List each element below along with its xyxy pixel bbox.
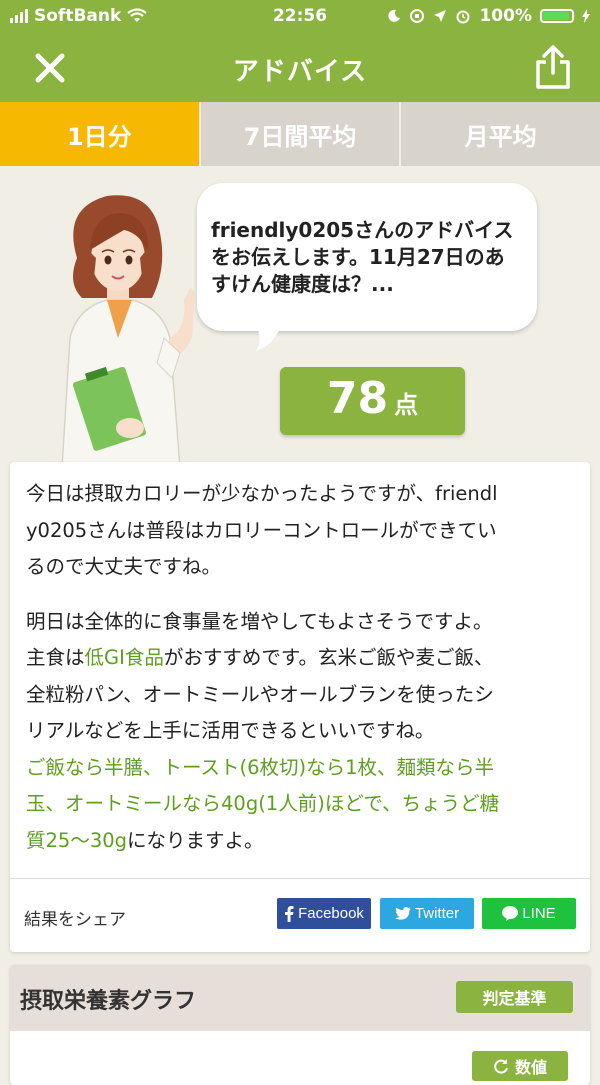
status-right: 100%	[387, 6, 590, 26]
bubble-line: をお伝えします。11月27日のあ	[211, 245, 505, 269]
judgement-criteria-button[interactable]: 判定基準	[456, 981, 573, 1013]
nav-bar: アドバイス	[0, 34, 600, 102]
twitter-share-button[interactable]: Twitter	[380, 898, 474, 929]
bubble-line: friendly0205さんのアドバイス	[211, 218, 514, 242]
advice-highlight: ご飯なら半膳、トースト(6枚切)なら1枚、麺類なら半	[26, 755, 495, 779]
twitter-bird-icon	[394, 907, 411, 920]
advice-line: 主食は	[26, 646, 85, 669]
advice-line: リアルなどを上手に活用できるといいですね。	[26, 719, 435, 742]
advice-paragraph: 今日は摂取カロリーが少なかったようですが、friendl y0205さんは普段は…	[26, 476, 576, 586]
facebook-label: Facebook	[298, 905, 364, 922]
score-value: 78	[326, 373, 389, 424]
bubble-line: すけん健康度は？...	[211, 272, 394, 296]
line-label: LINE	[522, 905, 556, 922]
advice-line: y0205さんは普段はカロリーコントロールができてい	[26, 518, 497, 542]
facebook-share-button[interactable]: Facebook	[277, 898, 371, 929]
moon-icon	[388, 9, 401, 22]
tab-7day-average[interactable]: 7日間平均	[200, 102, 402, 166]
location-icon	[434, 10, 447, 22]
advice-line: るので大丈夫ですね。	[26, 555, 222, 578]
advice-line: になりますよ。	[127, 828, 264, 852]
battery-icon	[540, 9, 574, 23]
advice-highlight: 玉、オートミールなら40g(1人前)ほどで、ちょうど糖	[26, 792, 500, 815]
advice-speech-bubble: friendly0205さんのアドバイス をお伝えします。11月27日のあ すけ…	[197, 183, 537, 331]
orientation-lock-icon	[410, 9, 425, 23]
numeric-value-button[interactable]: 数値	[472, 1051, 568, 1081]
advice-line: 今日は摂取カロリーが少なかったようですが、friendl	[26, 482, 498, 505]
line-speech-icon	[502, 906, 519, 921]
advisor-illustration	[61, 195, 195, 468]
numeric-value-label: 数値	[514, 1058, 547, 1077]
advice-paragraph: 明日は全体的に食事量を増やしてもよさそうですよ。 主食は低GI食品がおすすめです…	[26, 604, 576, 860]
facebook-icon	[285, 905, 294, 922]
nutrient-graph-title: 摂取栄養素グラフ	[20, 989, 197, 1014]
share-upload-icon[interactable]	[532, 44, 574, 90]
score-unit: 点	[394, 391, 419, 419]
share-bar: 結果をシェア Facebook Twitter LINE	[10, 878, 590, 953]
health-score-badge: 78 点	[280, 367, 465, 435]
advice-line: 明日は全体的に食事量を増やしてもよさそうですよ。	[26, 609, 493, 633]
status-bar: SoftBank 22:56 100%	[0, 0, 600, 34]
nutrient-graph-header: 摂取栄養素グラフ 判定基準	[10, 965, 590, 1031]
advice-highlight: 質25〜30g	[26, 828, 128, 852]
advice-line: 全粒粉パン、オートミールやオールブランを使ったシ	[26, 682, 494, 706]
line-share-button[interactable]: LINE	[482, 898, 576, 929]
alarm-icon	[456, 10, 470, 24]
advice-text: 今日は摂取カロリーが少なかったようですが、friendl y0205さんは普段は…	[10, 462, 590, 859]
twitter-label: Twitter	[414, 905, 460, 922]
bubble-tail	[255, 326, 281, 351]
page-title: アドバイス	[232, 57, 368, 87]
advice-card: 今日は摂取カロリーが少なかったようですが、friendl y0205さんは普段は…	[10, 462, 590, 952]
share-label: 結果をシェア	[24, 910, 126, 930]
nutrient-graph-card: 摂取栄養素グラフ 判定基準 数値	[10, 965, 590, 1085]
battery-percent: 100%	[479, 6, 532, 26]
period-tabs: 1日分 7日間平均 月平均	[0, 102, 600, 166]
tab-monthly-average[interactable]: 月平均	[401, 102, 600, 166]
tab-1day[interactable]: 1日分	[0, 102, 201, 166]
advice-line: がおすすめです。玄米ご飯や麦ご飯、	[163, 646, 494, 669]
low-gi-food-link: 低GI食品	[84, 646, 164, 669]
charging-icon	[582, 9, 590, 23]
refresh-icon	[494, 1059, 508, 1074]
